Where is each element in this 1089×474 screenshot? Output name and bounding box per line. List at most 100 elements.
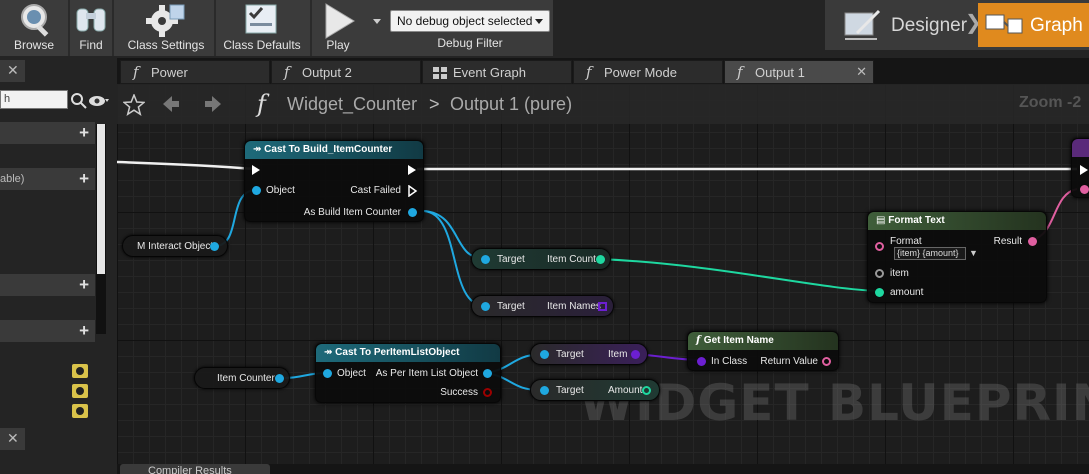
document-tab-bar: f Power f Output 2 Event Graph f Power M… [117,60,1089,84]
class-defaults-button[interactable]: Class Defaults [216,0,308,56]
cast-failed-exec-pin[interactable] [408,185,418,197]
node-title: Cast To PerItemListObject [335,347,460,358]
compiler-results-label: Compiler Results [148,465,232,474]
play-label: Play [326,38,350,52]
format-text-node[interactable]: ▤ Format Text Format {item} {amount} ▼ R… [867,211,1047,303]
pin-label: Target [497,301,525,312]
blueprint-graph-canvas[interactable]: f Widget_Counter > Output 1 (pure) Zoom … [117,84,1089,464]
section-header-macros[interactable]: + [0,274,95,296]
variable-visibility-eye-icon[interactable] [72,364,88,378]
int-output-pin[interactable] [596,255,605,264]
return-value-input-pin[interactable] [1080,185,1089,194]
tab-power[interactable]: f Power [120,60,270,84]
my-blueprint-panel: ✕ h + able) + + + ✕ [0,58,117,474]
checklist-icon [245,4,277,34]
close-tab-icon[interactable]: ✕ [856,64,867,80]
close-icon[interactable]: ✕ [7,62,19,79]
tab-output-1[interactable]: f Output 1 ✕ [724,60,874,84]
tab-power-mode[interactable]: f Power Mode [573,60,723,84]
amount-input-pin[interactable] [875,288,884,297]
format-string-input[interactable]: {item} {amount} [894,247,966,260]
pin-label: Return Value [760,356,818,367]
cast-to-peritemlistobject-node[interactable]: ↠ Cast To PerItemListObject Object As Pe… [315,343,501,403]
exec-wire-entry [117,160,256,171]
debug-object-dropdown[interactable]: No debug object selected [390,10,550,32]
get-item-count-node[interactable]: Target Item Count [471,248,611,270]
object-input-pin[interactable] [323,369,332,378]
tab-output-2[interactable]: f Output 2 [271,60,421,84]
function-icon: f [133,63,139,81]
target-input-pin[interactable] [540,386,549,395]
object-output-pin[interactable] [210,242,219,251]
browse-label: Browse [13,38,54,52]
compiler-results-tab[interactable]: Compiler Results [120,464,270,474]
add-macro-icon[interactable]: + [79,275,89,295]
m-interact-object-variable[interactable]: M Interact Object [122,235,228,257]
pin-label: Cast Failed [350,185,401,196]
find-button[interactable]: Find [70,0,112,56]
add-variable-icon[interactable]: + [79,321,89,341]
section-header-functions[interactable]: able) + [0,168,95,190]
int-output-pin[interactable] [642,386,651,395]
exec-in-pin[interactable] [252,165,260,175]
panel-scrollbar-thumb[interactable] [97,124,105,274]
success-output-pin[interactable] [483,388,492,397]
object-output-pin[interactable] [275,374,284,383]
section-header-variables[interactable]: + [0,320,95,342]
class-settings-button[interactable]: Class Settings [118,0,214,56]
gear-icon [146,4,185,37]
return-value-output-pin[interactable] [822,357,831,366]
search-input[interactable]: h [0,90,68,109]
pin-label: Item Names [547,301,601,312]
search-icon[interactable] [70,92,88,110]
panel-tab[interactable]: ✕ [0,428,25,450]
node-title: Get Item Name [703,335,774,346]
debug-filter-label: Debug Filter [437,36,503,50]
tab-label: Output 2 [302,65,352,80]
get-item-node[interactable]: Target Item [530,343,648,365]
add-function-icon[interactable]: + [79,169,89,189]
play-options-chevron-icon[interactable] [373,19,381,24]
get-amount-node[interactable]: Target Amount [530,379,660,401]
exec-in-pin[interactable] [1080,165,1088,175]
variable-visibility-eye-icon[interactable] [72,384,88,398]
format-input-pin[interactable] [875,242,884,251]
graph-mode-button[interactable]: Graph [978,3,1089,47]
array-output-pin[interactable] [598,302,607,311]
tab-event-graph[interactable]: Event Graph [422,60,572,84]
class-output-pin[interactable] [631,350,640,359]
function-icon: f [586,63,592,81]
section-header-graphs[interactable]: + [0,122,95,144]
view-options-eye-icon[interactable] [88,94,112,108]
object-input-pin[interactable] [252,186,261,195]
object-output-pin[interactable] [408,208,417,217]
play-button[interactable]: Play [312,0,364,56]
exec-out-pin[interactable] [408,165,416,175]
pin-label: Result [993,236,1022,247]
in-class-input-pin[interactable] [697,357,706,366]
item-counter-variable[interactable]: Item Counter [194,367,290,389]
function-entry-partial[interactable]: able) [0,173,24,185]
close-icon[interactable]: ✕ [7,430,19,447]
designer-mode-button[interactable]: Designer [835,3,985,47]
add-graph-icon[interactable]: + [79,123,89,143]
graph-icon [985,14,1023,34]
cast-to-build-itemcounter-node[interactable]: ↠ Cast To Build_ItemCounter Object Cast … [244,140,424,222]
variable-visibility-eye-icon[interactable] [72,404,88,418]
panel-tab[interactable]: ✕ [0,60,25,82]
binoculars-icon [76,8,106,32]
target-input-pin[interactable] [540,350,549,359]
object-output-pin[interactable] [483,369,492,378]
browse-button[interactable]: Browse [0,0,68,56]
get-item-name-node[interactable]: f Get Item Name In Class Return Value [687,331,839,371]
get-item-names-node[interactable]: Target Item Names [471,295,614,317]
return-node-partial[interactable] [1071,138,1089,198]
designer-label: Designer [891,15,968,36]
node-header [1072,139,1089,157]
item-input-pin[interactable] [875,269,884,278]
target-input-pin[interactable] [481,302,490,311]
search-input-text: h [4,93,11,105]
result-output-pin[interactable] [1028,237,1037,246]
chevron-down-icon[interactable]: ▼ [969,248,978,258]
target-input-pin[interactable] [481,255,490,264]
